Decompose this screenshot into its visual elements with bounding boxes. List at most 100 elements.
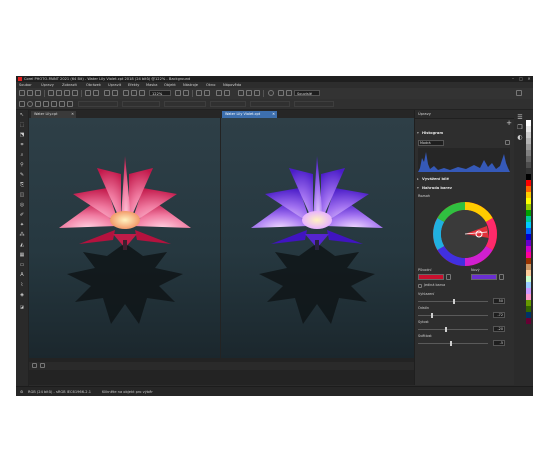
- zoom-level-select[interactable]: 122%: [149, 90, 171, 96]
- white-balance-header[interactable]: ▸ Vyvážení bílé: [417, 176, 513, 183]
- fill-icon[interactable]: [286, 90, 292, 96]
- color-mode-icon[interactable]: [278, 90, 284, 96]
- rulers-icon[interactable]: [254, 90, 260, 96]
- export-icon[interactable]: [112, 90, 118, 96]
- navigator-icon[interactable]: [32, 363, 37, 368]
- transform-icon[interactable]: [19, 101, 25, 107]
- touchup-tool-icon[interactable]: ✎: [19, 172, 25, 178]
- print-icon[interactable]: [48, 90, 54, 96]
- transparency-tool-icon[interactable]: ▦: [19, 252, 25, 258]
- histogram-chart: [418, 148, 510, 172]
- crop-tool-icon[interactable]: ⌗: [19, 142, 25, 148]
- gear-icon[interactable]: ⚙: [20, 387, 23, 396]
- paste-icon[interactable]: [72, 90, 78, 96]
- layers-icon[interactable]: [224, 90, 230, 96]
- skew-icon[interactable]: [43, 101, 49, 107]
- search-icon[interactable]: [516, 90, 522, 96]
- clone-tool-icon[interactable]: ⎘: [19, 182, 25, 188]
- scale-fields[interactable]: [164, 101, 206, 107]
- lightness-value[interactable]: -5: [493, 340, 505, 346]
- replace-colors-header[interactable]: ▾ Nahrada barev: [417, 185, 513, 192]
- objects-icon[interactable]: ❐: [516, 124, 524, 132]
- toolbar-separator: [263, 90, 264, 97]
- object-icon[interactable]: [204, 90, 210, 96]
- single-color-checkbox[interactable]: [418, 284, 422, 288]
- smoothing-value[interactable]: 50: [493, 298, 505, 304]
- open-file-icon[interactable]: [27, 90, 33, 96]
- red-eye-tool-icon[interactable]: ◎: [19, 202, 25, 208]
- properties-icon[interactable]: ☰: [516, 114, 524, 122]
- eyedropper-icon[interactable]: [499, 274, 504, 280]
- import-icon[interactable]: [104, 90, 110, 96]
- fit-icon[interactable]: [123, 90, 129, 96]
- skew-fields[interactable]: [250, 101, 290, 107]
- hue-value[interactable]: -72: [493, 312, 505, 318]
- grid-icon[interactable]: [238, 90, 244, 96]
- zoom-page-icon[interactable]: [139, 90, 145, 96]
- gear-icon[interactable]: [268, 90, 274, 96]
- text-tool-icon[interactable]: A: [19, 272, 25, 278]
- perspective-icon[interactable]: [59, 101, 65, 107]
- histogram-header[interactable]: ▾ Histogram: [417, 130, 513, 137]
- mask-icon[interactable]: [196, 90, 202, 96]
- channel-select[interactable]: Modrá: [418, 140, 444, 146]
- save-icon[interactable]: [35, 90, 41, 96]
- effect-tool-icon[interactable]: ✦: [19, 222, 25, 228]
- eyedropper-icon[interactable]: [446, 274, 451, 280]
- color-swatches-icon[interactable]: ◪: [19, 304, 25, 310]
- cut-icon[interactable]: [56, 90, 62, 96]
- original-color-swatch[interactable]: [418, 274, 444, 280]
- pen-tool-icon[interactable]: ⌇: [19, 282, 25, 288]
- image-pane-original[interactable]: [29, 118, 220, 358]
- zoom-icon[interactable]: [175, 90, 181, 96]
- guides-icon[interactable]: [246, 90, 252, 96]
- actual-size-icon[interactable]: [131, 90, 137, 96]
- tab-water-lily-violet[interactable]: Water Lily Violet.cpt ✕: [222, 111, 277, 118]
- rectangle-tool-icon[interactable]: ▭: [19, 262, 25, 268]
- anchor-icon[interactable]: [67, 101, 73, 107]
- palette-swatch[interactable]: [526, 318, 531, 324]
- color-wheel[interactable]: [433, 202, 497, 266]
- scale-icon[interactable]: [35, 101, 41, 107]
- distort-icon[interactable]: [51, 101, 57, 107]
- close-icon[interactable]: ✕: [71, 111, 74, 118]
- redo-icon[interactable]: [93, 90, 99, 96]
- image-pane-edited[interactable]: [221, 118, 414, 358]
- position-fields[interactable]: [78, 101, 118, 107]
- hue-slider[interactable]: [418, 315, 488, 316]
- copy-icon[interactable]: [64, 90, 70, 96]
- saturation-slider[interactable]: [418, 329, 488, 330]
- add-icon[interactable]: +: [505, 119, 513, 127]
- zoom-tool-icon[interactable]: ⌕: [19, 152, 25, 158]
- lightness-slider-knob[interactable]: [450, 341, 452, 346]
- histogram-refresh-icon[interactable]: [505, 140, 510, 145]
- paint-tool-icon[interactable]: ✐: [19, 212, 25, 218]
- effects-icon[interactable]: [216, 90, 222, 96]
- angle-fields[interactable]: [210, 101, 246, 107]
- extra-fields[interactable]: [294, 101, 334, 107]
- undo-icon[interactable]: [85, 90, 91, 96]
- fill-tool-icon[interactable]: ◭: [19, 242, 25, 248]
- saturation-value[interactable]: -20: [493, 326, 505, 332]
- fill-mode-select[interactable]: Souvislé: [294, 90, 320, 96]
- tab-water-lily[interactable]: Water Lily.cpt ✕: [31, 111, 76, 118]
- pick-tool-icon[interactable]: ↖: [19, 112, 25, 118]
- hand-icon[interactable]: [183, 90, 189, 96]
- channels-icon[interactable]: ◐: [516, 134, 524, 142]
- image-sprayer-tool-icon[interactable]: ⁂: [19, 232, 25, 238]
- new-color-swatch[interactable]: [471, 274, 497, 280]
- zoom-small-icon[interactable]: [40, 363, 45, 368]
- mask-transform-tool-icon[interactable]: ⬔: [19, 132, 25, 138]
- lightness-slider[interactable]: [418, 343, 488, 344]
- close-icon[interactable]: ✕: [272, 111, 275, 118]
- new-file-icon[interactable]: [19, 90, 25, 96]
- smoothing-slider-knob[interactable]: [453, 299, 455, 304]
- saturation-slider-knob[interactable]: [445, 327, 447, 332]
- eyedropper-tool-icon[interactable]: ⚲: [19, 162, 25, 168]
- size-fields[interactable]: [122, 101, 160, 107]
- mask-rectangle-tool-icon[interactable]: ⬚: [19, 122, 25, 128]
- rotate-icon[interactable]: [27, 101, 33, 107]
- eraser-tool-icon[interactable]: ◫: [19, 192, 25, 198]
- hue-slider-knob[interactable]: [431, 313, 433, 318]
- bucket-tool-icon[interactable]: ◈: [19, 292, 25, 298]
